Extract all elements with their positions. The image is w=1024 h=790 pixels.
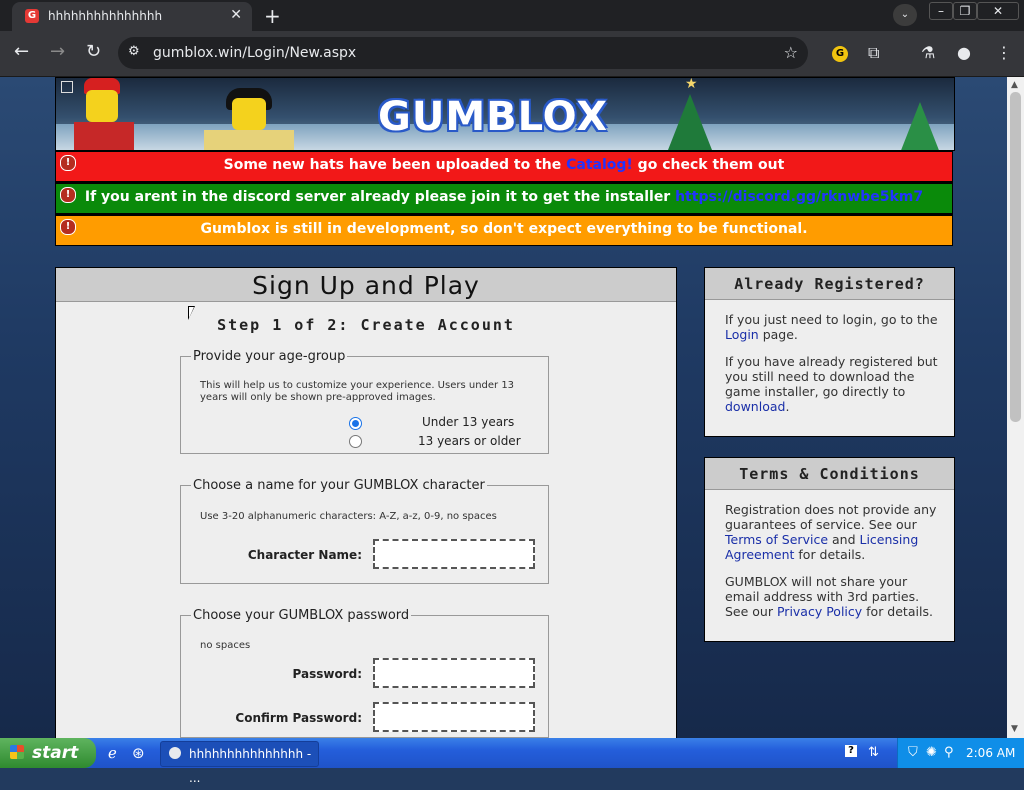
taskbar-window-button[interactable]: hhhhhhhhhhhhhhh - ... bbox=[160, 741, 319, 785]
terms-of-service-link[interactable]: Terms of Service bbox=[725, 532, 828, 547]
password-input[interactable] bbox=[373, 658, 535, 688]
alert-text: Some new hats have been uploaded to the bbox=[223, 157, 567, 173]
character-name-label: Character Name: bbox=[247, 548, 362, 562]
media-player-icon[interactable]: ⊛ bbox=[132, 744, 145, 762]
pine-tree-icon bbox=[898, 102, 942, 150]
new-tab-icon[interactable]: + bbox=[264, 4, 281, 28]
address-bar[interactable]: ⚙ gumblox.win/Login/New.aspx ☆ bbox=[118, 37, 808, 69]
step-title: Step 1 of 2: Create Account bbox=[217, 316, 515, 334]
alert-text: go check them out bbox=[632, 157, 785, 173]
password-label: Password: bbox=[292, 667, 363, 681]
start-button[interactable]: start bbox=[0, 738, 96, 768]
age-group-fieldset: Provide your age-group This will help us… bbox=[180, 349, 549, 454]
scroll-up-icon[interactable]: ▲ bbox=[1011, 80, 1018, 90]
site-info-icon[interactable]: ⚙ bbox=[128, 44, 140, 59]
scroll-down-icon[interactable]: ▼ bbox=[1011, 724, 1018, 734]
character-body-icon bbox=[74, 122, 134, 150]
alert-text: If you arent in the discord server alrea… bbox=[84, 189, 676, 205]
character-santa-icon bbox=[86, 90, 118, 122]
confirm-password-input[interactable] bbox=[373, 702, 535, 732]
browser-toolbar: ← → ↻ ⚙ gumblox.win/Login/New.aspx ☆ ⧉ ⚗… bbox=[0, 31, 1024, 77]
download-link[interactable]: download bbox=[725, 399, 785, 414]
tree-star-icon: ★ bbox=[685, 77, 698, 92]
reload-icon[interactable]: ↻ bbox=[86, 41, 101, 62]
close-window-icon[interactable]: ✕ bbox=[977, 2, 1019, 20]
profile-icon[interactable]: ● bbox=[957, 43, 971, 62]
terms-paragraph: Registration does not provide any guaran… bbox=[725, 502, 937, 562]
gumblox-favicon-icon: G bbox=[25, 9, 39, 23]
character-name-legend: Choose a name for your GUMBLOX character bbox=[193, 478, 485, 493]
alert-new-hats: ! Some new hats have been uploaded to th… bbox=[55, 150, 953, 182]
christmas-tree-icon bbox=[668, 94, 712, 150]
alert-icon: ! bbox=[60, 219, 76, 235]
alert-text: Gumblox is still in development, so don'… bbox=[200, 221, 808, 237]
privacy-policy-link[interactable]: Privacy Policy bbox=[777, 604, 862, 619]
alert-discord: ! If you arent in the discord server alr… bbox=[55, 182, 953, 214]
terms-title: Terms & Conditions bbox=[705, 458, 954, 490]
radio-button[interactable] bbox=[349, 417, 362, 430]
radio-label: Under 13 years bbox=[422, 415, 515, 429]
volume-icon[interactable]: ✺ bbox=[926, 745, 937, 760]
network-icon[interactable]: ⇅ bbox=[868, 745, 879, 760]
windows-logo-icon bbox=[10, 745, 24, 759]
radio-button[interactable] bbox=[349, 435, 362, 448]
login-link[interactable]: Login bbox=[725, 327, 759, 342]
site-banner: ★ GUMBLOX bbox=[55, 77, 955, 151]
password-fieldset: Choose your GUMBLOX password no spaces P… bbox=[180, 608, 549, 738]
browser-tab[interactable]: G hhhhhhhhhhhhhhh ✕ bbox=[12, 2, 252, 31]
radio-label: 13 years or older bbox=[418, 434, 521, 448]
password-legend: Choose your GUMBLOX password bbox=[193, 608, 410, 623]
internet-explorer-icon[interactable]: ℯ bbox=[108, 744, 117, 762]
age-group-legend: Provide your age-group bbox=[193, 349, 346, 364]
bookmark-star-icon[interactable]: ☆ bbox=[784, 43, 798, 62]
close-tab-icon[interactable]: ✕ bbox=[230, 7, 242, 23]
restore-window-icon[interactable]: ❐ bbox=[953, 2, 977, 20]
forward-arrow-icon[interactable]: → bbox=[50, 41, 65, 62]
banner-checkbox-icon bbox=[61, 81, 73, 93]
login-paragraph: If you just need to login, go to the Log… bbox=[725, 312, 938, 342]
signup-title: Sign Up and Play bbox=[56, 268, 676, 302]
extensions-puzzle-icon[interactable]: ⧉ bbox=[868, 43, 879, 63]
mouse-cursor-icon bbox=[188, 306, 195, 320]
taskbar-window-label: hhhhhhhhhhhhhhh - ... bbox=[189, 747, 312, 785]
scrollbar-thumb[interactable] bbox=[1010, 92, 1021, 422]
already-registered-box: Already Registered? If you just need to … bbox=[704, 267, 955, 437]
already-registered-title: Already Registered? bbox=[705, 268, 954, 300]
tab-search-icon[interactable]: ⌄ bbox=[893, 4, 917, 26]
back-arrow-icon[interactable]: ← bbox=[14, 41, 29, 62]
minimize-window-icon[interactable]: – bbox=[929, 2, 953, 20]
security-shield-icon[interactable]: ⛉ bbox=[908, 745, 918, 760]
tab-title: hhhhhhhhhhhhhhh bbox=[48, 9, 163, 23]
gumblox-logo[interactable]: GUMBLOX bbox=[378, 94, 608, 140]
character-name-hint: Use 3-20 alphanumeric characters: A-Z, a… bbox=[200, 511, 497, 522]
character-name-fieldset: Choose a name for your GUMBLOX character… bbox=[180, 478, 549, 584]
discord-link[interactable]: https://discord.gg/rknwbe5km7 bbox=[675, 189, 923, 205]
windows-taskbar: start ℯ ⊛ hhhhhhhhhhhhhhh - ... ⇅ ⛉ ✺ ⚲ … bbox=[0, 738, 1024, 785]
chrome-icon bbox=[169, 747, 181, 759]
start-label: start bbox=[32, 743, 79, 763]
signup-panel: Sign Up and Play Step 1 of 2: Create Acc… bbox=[55, 267, 677, 738]
taskbar-clock: 2:06 AM bbox=[966, 746, 1016, 760]
confirm-password-label: Confirm Password: bbox=[235, 711, 362, 725]
character-torso-icon bbox=[204, 130, 294, 150]
extension-icon[interactable]: G bbox=[832, 46, 848, 62]
download-paragraph: If you have already registered but you s… bbox=[725, 354, 938, 414]
search-tray-icon[interactable]: ⚲ bbox=[944, 745, 954, 760]
alert-icon: ! bbox=[60, 155, 76, 171]
terms-box: Terms & Conditions Registration does not… bbox=[704, 457, 955, 642]
character-girl-icon bbox=[232, 98, 266, 130]
alert-development: ! Gumblox is still in development, so do… bbox=[55, 214, 953, 246]
character-name-input[interactable] bbox=[373, 539, 535, 569]
more-menu-icon[interactable]: ⋮ bbox=[996, 43, 1012, 62]
catalog-link[interactable]: Catalog! bbox=[566, 157, 633, 173]
labs-flask-icon[interactable]: ⚗ bbox=[921, 43, 935, 62]
password-hint: no spaces bbox=[200, 640, 251, 651]
browser-tab-bar: G hhhhhhhhhhhhhhh ✕ + ⌄ – ❐ ✕ bbox=[0, 0, 1024, 31]
page-content: ★ GUMBLOX ! Some new hats have been uplo… bbox=[0, 77, 1007, 738]
help-icon[interactable]: ? bbox=[845, 745, 857, 757]
alert-icon: ! bbox=[60, 187, 76, 203]
url-text[interactable]: gumblox.win/Login/New.aspx bbox=[153, 45, 356, 61]
privacy-paragraph: GUMBLOX will not share your email addres… bbox=[725, 574, 933, 619]
age-group-hint: This will help us to customize your expe… bbox=[200, 380, 515, 403]
